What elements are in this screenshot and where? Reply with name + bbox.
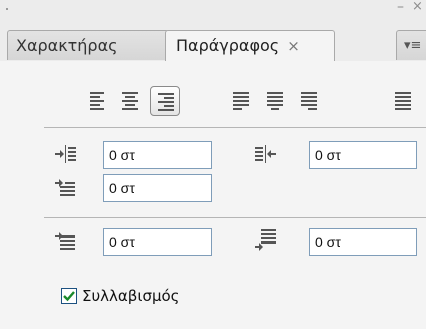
tab-paragraph[interactable]: Παράγραφος × [165,30,335,62]
right-indent-field[interactable]: 0 στ [309,141,417,169]
space-before-icon [55,232,75,250]
tab-strip: Χαρακτήρας Παράγραφος × ▾≡ [0,0,426,62]
justify-last-center-button[interactable] [262,86,292,116]
justify-last-left-icon [233,92,249,110]
justify-last-right-button[interactable] [296,86,326,116]
panel-menu-icon: ▾≡ [404,38,422,53]
tab-paragraph-label: Παράγραφος [176,36,280,55]
hyphenate-label: Συλλαβισμός [82,287,180,305]
panel-menu-button[interactable]: ▾≡ [396,30,426,60]
left-indent-field[interactable]: 0 στ [103,141,212,169]
align-left-icon [90,92,104,110]
right-indent-icon [255,145,276,163]
checkmark-icon [63,291,75,302]
divider [44,127,426,128]
align-center-button[interactable] [117,86,147,116]
justify-all-icon [395,92,411,110]
tab-character-label: Χαρακτήρας [16,36,118,55]
align-right-icon [158,93,174,111]
justify-last-center-icon [267,92,283,110]
space-after-icon [255,229,276,251]
align-right-button[interactable] [150,86,180,116]
left-indent-icon [55,145,76,163]
paragraph-panel: – × Χαρακτήρας Παράγραφος × ▾≡ 0 στ 0 στ… [0,0,426,329]
tab-character[interactable]: Χαρακτήρας [7,30,169,60]
tab-close-icon[interactable]: × [287,37,300,55]
justify-all-button[interactable] [390,86,420,116]
justify-last-right-icon [301,92,317,110]
space-after-field[interactable]: 0 στ [309,228,417,256]
first-line-indent-field[interactable]: 0 στ [103,174,212,202]
align-left-button[interactable] [85,86,115,116]
hyphenate-checkbox[interactable] [61,288,77,304]
align-center-icon [122,92,138,110]
justify-last-left-button[interactable] [228,86,258,116]
first-line-indent-icon [55,179,75,196]
divider [44,217,426,218]
space-before-field[interactable]: 0 στ [103,228,212,256]
